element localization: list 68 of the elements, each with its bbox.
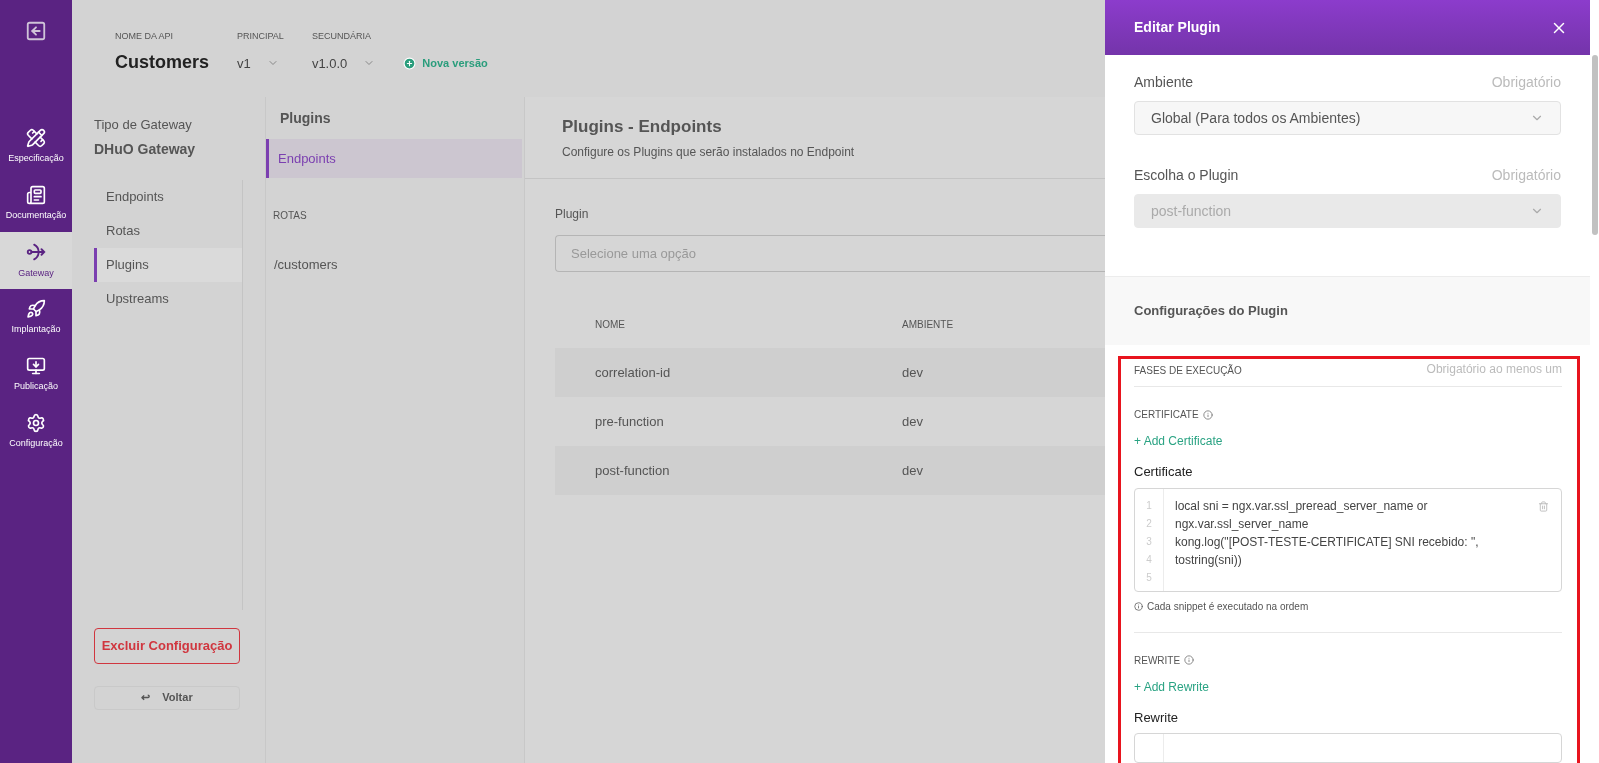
info-icon (1202, 409, 1213, 420)
info-icon (1184, 655, 1195, 665)
rail-icon (26, 127, 46, 148)
version-select[interactable]: v1 (237, 53, 284, 73)
table-row[interactable]: correlation-id dev (555, 348, 1105, 397)
rail-icon (26, 298, 46, 319)
field-caption: SECUNDÁRIA (311, 30, 372, 43)
delete-config-button[interactable]: Excluir Configuração (94, 627, 240, 664)
table-cell-text: post-function (595, 461, 671, 480)
panel-title: Plugins (279, 108, 332, 128)
rail-item[interactable]: Configuração (0, 403, 72, 460)
field-label: Rewrite (1134, 708, 1180, 727)
add-snippet-link[interactable]: + Add Rewrite (1134, 677, 1210, 696)
rail-item[interactable]: Publicação (0, 346, 72, 403)
api-name: Customers (115, 50, 210, 74)
gateway-type-value: DHuO Gateway (94, 139, 197, 159)
table-row[interactable]: post-function dev (555, 446, 1105, 495)
delete-icon[interactable] (1538, 500, 1549, 512)
gateway-menu-item[interactable]: Plugins (94, 247, 242, 282)
gateway-menu-item[interactable]: Rotas (94, 213, 242, 248)
column-header: AMBIENTE (902, 317, 954, 332)
field-caption: NOME DA API (115, 30, 175, 43)
hint-text: Cada snippet é executado na ordem (1147, 599, 1309, 614)
table-cell-text: dev (902, 363, 923, 382)
select-field[interactable]: Global (Para todos os Ambientes) (1134, 101, 1561, 135)
rail-item[interactable]: Implantação (0, 289, 72, 346)
phases-title: FASES DE EXECUÇÃO (1134, 363, 1242, 378)
back-button[interactable]: ↩ Voltar (94, 685, 240, 710)
table-cell-text: dev (902, 461, 923, 480)
required-note: Obrigatório (1491, 166, 1561, 185)
table-cell-text: dev (902, 412, 923, 431)
table-row[interactable]: pre-function dev (555, 397, 1105, 446)
field-caption: PRINCIPAL (237, 30, 284, 43)
table-cell-text: pre-function (595, 412, 665, 431)
phase-title: CERTIFICATE (1134, 408, 1199, 422)
code-editor[interactable] (1134, 733, 1562, 763)
rail-item[interactable]: Documentação (0, 175, 72, 232)
add-snippet-link[interactable]: + Add Certificate (1134, 432, 1223, 450)
plugin-scope-item[interactable]: Endpoints (266, 139, 522, 178)
drawer-title: Editar Plugin (1134, 18, 1221, 37)
rail-icon (26, 355, 46, 376)
rail-item[interactable]: Gateway (0, 232, 72, 289)
field-label: Ambiente (1134, 73, 1194, 92)
rail-icon (26, 184, 46, 205)
field-label: Certificate (1134, 463, 1194, 481)
scrollbar-thumb[interactable] (1592, 55, 1598, 235)
phase-title: REWRITE (1134, 653, 1181, 668)
info-icon (1134, 601, 1143, 611)
required-note: Obrigatório ao menos um (1426, 361, 1562, 378)
page-subtitle: Configure os Plugins que serão instalados no Endpoint (562, 144, 856, 162)
page-title: Plugins - Endpoints (562, 115, 723, 138)
exit-icon[interactable] (25, 20, 47, 42)
plus-icon (403, 56, 417, 70)
code-text: local sni = ngx.var.ssl_preread_server_name or ngx.var.ssl_server_name kong.log("[POST-TESTE-CERTIFICATE] SNI recebido: ", tostring(sni)) (1174, 497, 1480, 569)
rail-icon (26, 412, 46, 433)
gateway-menu-item[interactable]: Endpoints (94, 179, 242, 214)
gateway-menu-item[interactable]: Upstreams (94, 281, 242, 316)
rail-item[interactable]: Especificação (0, 118, 72, 175)
column-header: NOME (594, 317, 626, 332)
section-label: ROTAS (272, 209, 308, 223)
required-note: Obrigatório (1491, 73, 1561, 92)
section-title: Configurações do Plugin (1134, 302, 1288, 320)
field-label: Escolha o Plugin (1134, 166, 1239, 185)
route-item[interactable]: /customers (266, 253, 524, 277)
gateway-type-label: Tipo de Gateway (94, 116, 193, 134)
field-label: Plugin (555, 206, 590, 223)
table-cell-text: correlation-id (595, 363, 672, 382)
version-select[interactable]: v1.0.0 (311, 53, 376, 73)
